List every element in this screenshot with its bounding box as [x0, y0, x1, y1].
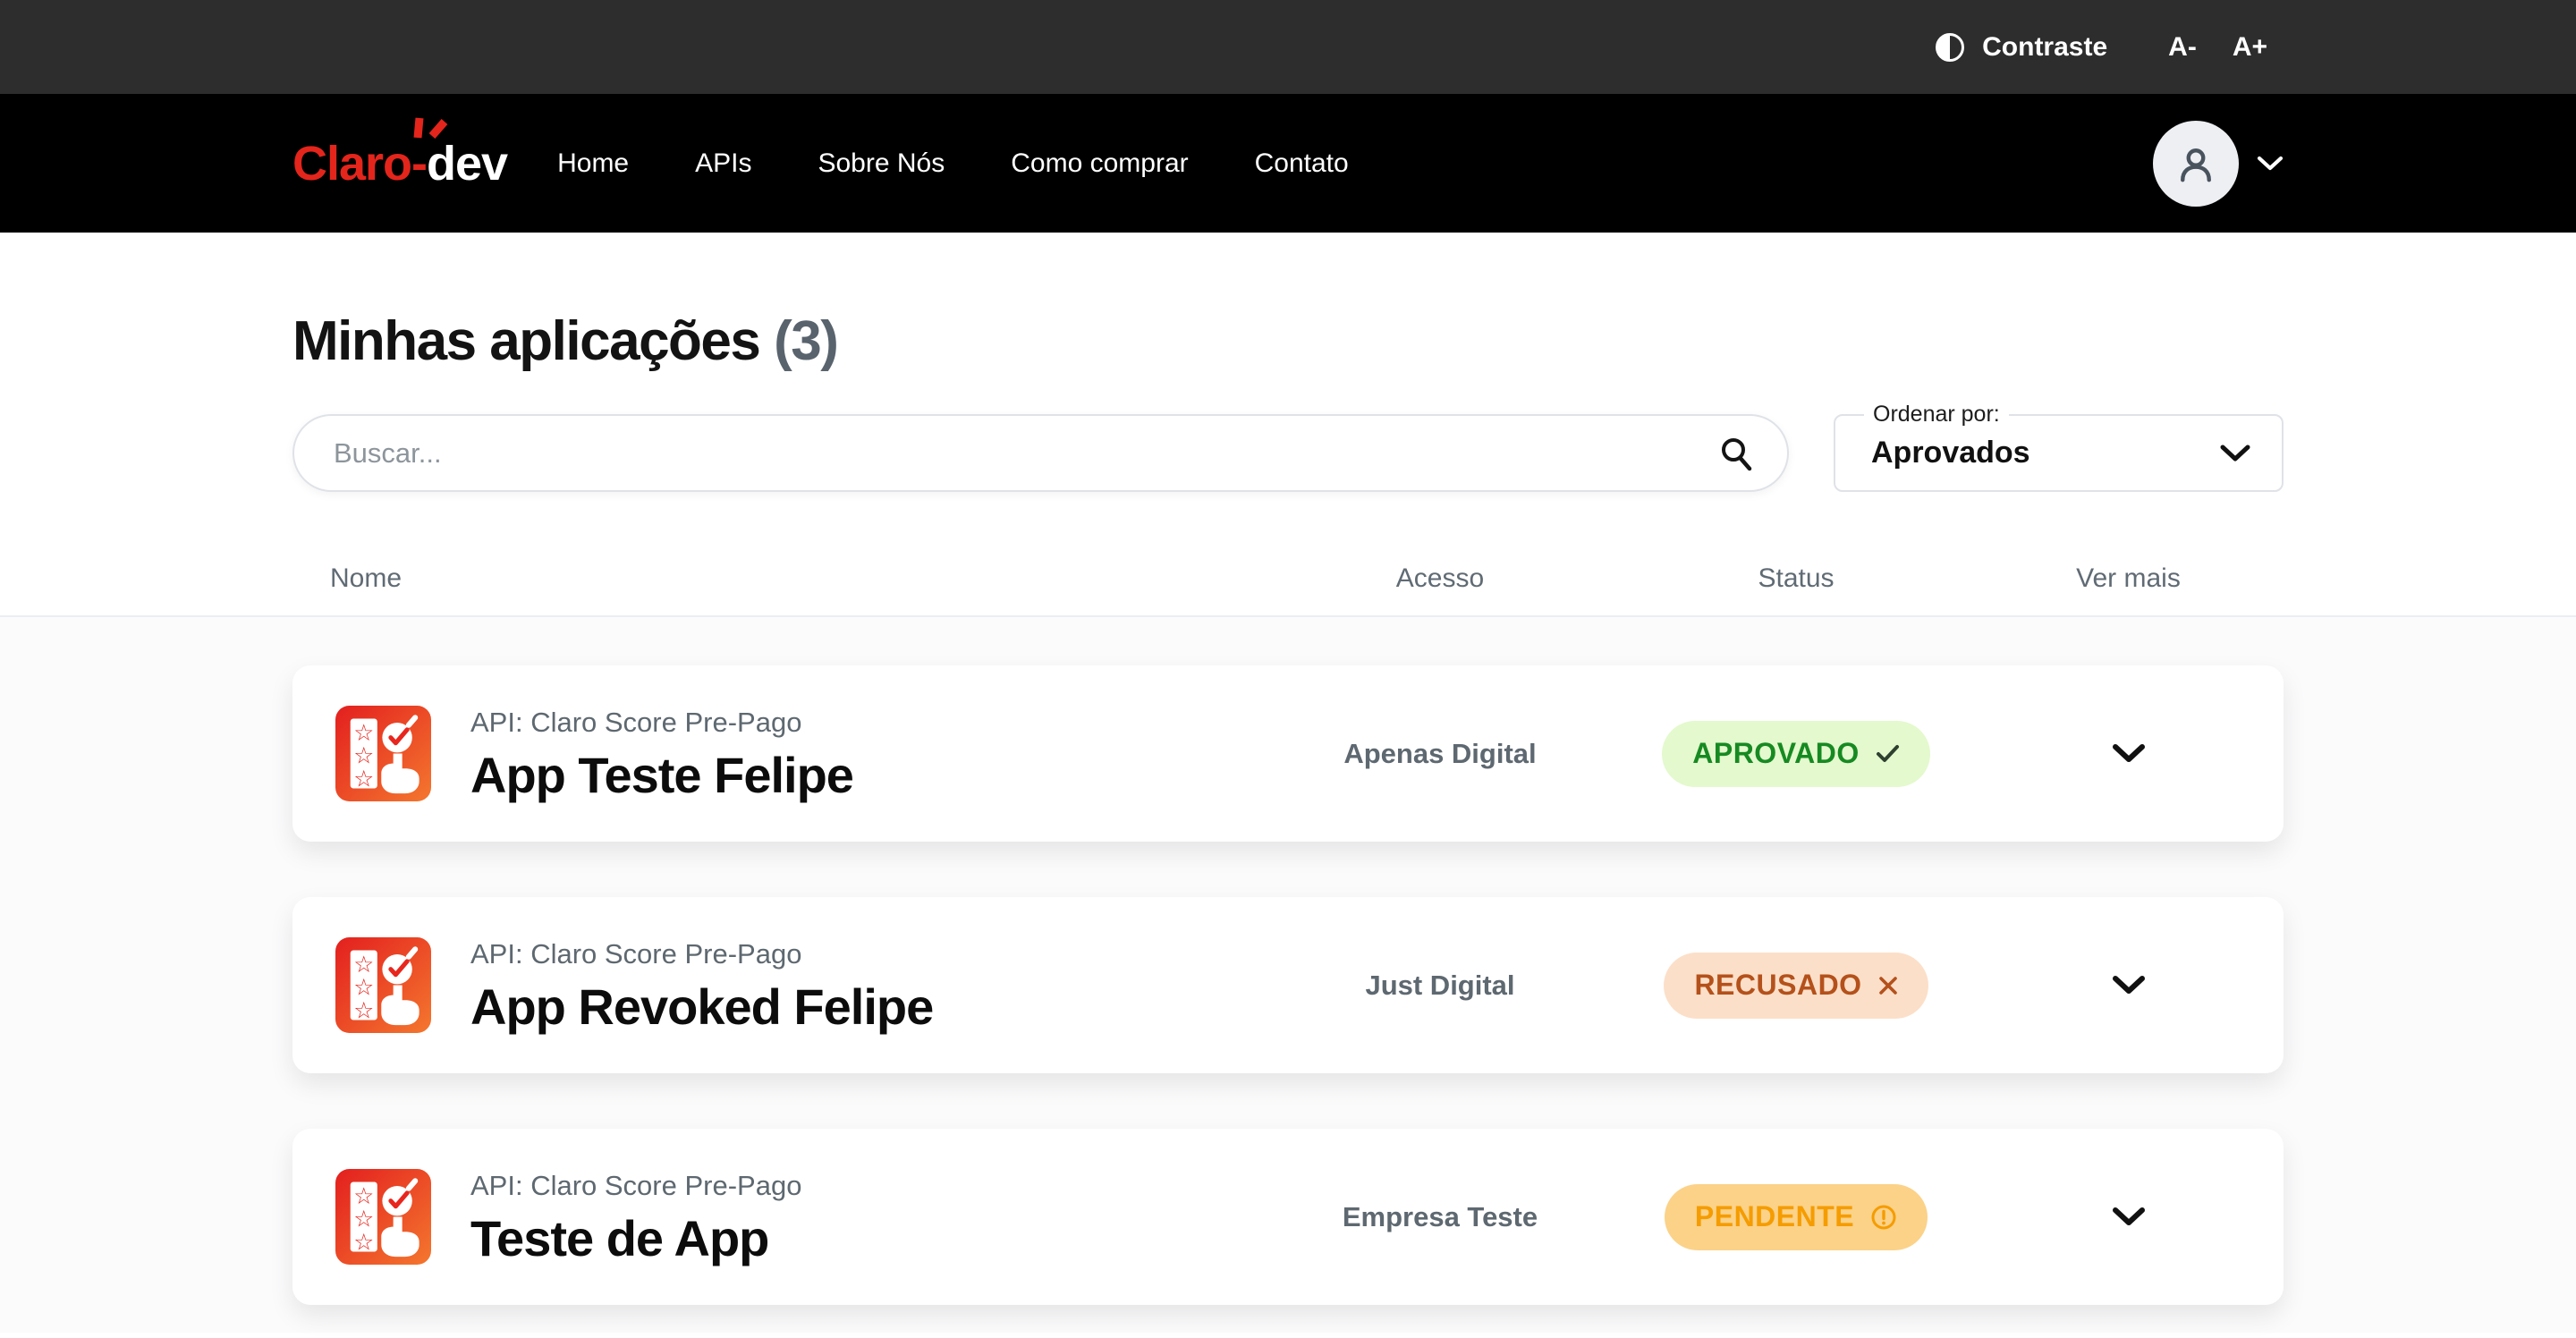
app-name: App Revoked Felipe	[470, 981, 933, 1032]
applications-list: ☆ ☆ ☆ API: Claro Score Pre-Pago App Test…	[0, 617, 2576, 1333]
nav-item-contato[interactable]: Contato	[1255, 148, 1349, 179]
expand-row-button[interactable]	[2102, 966, 2156, 1004]
application-row: ☆ ☆ ☆ API: Claro Score Pre-Pago App Test…	[292, 665, 2284, 842]
nav-menu: Home APIs Sobre Nós Como comprar Contato	[557, 148, 1349, 179]
alert-circle-icon	[1870, 1204, 1897, 1231]
font-size-controls: A- A+	[2168, 32, 2267, 63]
account-chevron-down-icon	[2257, 156, 2284, 172]
app-access-type: Just Digital	[1261, 970, 1619, 1002]
avatar	[2153, 121, 2239, 207]
claro-dev-logo[interactable]: Claro-dev	[292, 136, 507, 191]
list-controls: Ordenar por: Aprovados	[292, 414, 2284, 492]
expand-row-button[interactable]	[2102, 734, 2156, 773]
font-decrease-button[interactable]: A-	[2168, 32, 2197, 63]
chevron-down-icon	[2111, 743, 2147, 764]
app-rating-icon: ☆ ☆ ☆	[335, 1169, 431, 1265]
column-header-status: Status	[1619, 563, 1973, 594]
status-badge-rejected: RECUSADO	[1664, 953, 1928, 1019]
nav-item-apis[interactable]: APIs	[695, 148, 751, 179]
application-row: ☆ ☆ ☆ API: Claro Score Pre-Pago App Revo…	[292, 897, 2284, 1073]
application-row: ☆ ☆ ☆ API: Claro Score Pre-Pago Teste de…	[292, 1129, 2284, 1305]
page-title-text: Minhas aplicações	[292, 310, 759, 372]
search-button[interactable]	[1717, 435, 1755, 472]
column-header-ver-mais: Ver mais	[1973, 563, 2284, 594]
app-api-label: API: Claro Score Pre-Pago	[470, 938, 933, 970]
contrast-toggle-button[interactable]: Contraste	[1928, 30, 2113, 64]
user-icon	[2175, 143, 2216, 184]
sort-selected-value: Aprovados	[1871, 436, 2030, 470]
app-name: Teste de App	[470, 1213, 801, 1264]
main-navbar: Claro-dev Home APIs Sobre Nós Como compr…	[0, 94, 2576, 233]
accessibility-bar: Contraste A- A+	[0, 0, 2576, 94]
applications-page: Minhas aplicações (3) Ordenar por: Aprov…	[292, 309, 2284, 594]
x-icon	[1878, 976, 1898, 995]
svg-text:☆: ☆	[353, 1229, 374, 1256]
app-api-label: API: Claro Score Pre-Pago	[470, 707, 853, 739]
nav-item-home[interactable]: Home	[557, 148, 629, 179]
sort-chevron-down-icon	[2219, 444, 2251, 462]
applications-count: (3)	[774, 310, 837, 372]
chevron-down-icon	[2111, 1207, 2147, 1227]
logo-brand-text: Claro	[292, 137, 411, 191]
check-icon	[1876, 744, 1900, 763]
svg-text:☆: ☆	[353, 997, 374, 1024]
column-header-nome: Nome	[292, 563, 1261, 594]
logo-sparks-icon	[407, 114, 453, 145]
search-bar	[292, 414, 1789, 492]
app-access-type: Apenas Digital	[1261, 738, 1619, 770]
sort-label: Ordenar por:	[1864, 402, 2009, 428]
status-badge-approved: APROVADO	[1662, 721, 1930, 787]
app-rating-icon: ☆ ☆ ☆	[335, 937, 431, 1033]
sort-select[interactable]: Ordenar por: Aprovados	[1834, 414, 2284, 492]
search-icon	[1717, 435, 1755, 472]
table-header-row: Nome Acesso Status Ver mais	[292, 563, 2284, 594]
logo-suffix-text: dev	[427, 137, 507, 191]
contrast-label: Contraste	[1982, 32, 2107, 63]
chevron-down-icon	[2111, 975, 2147, 995]
page-title: Minhas aplicações (3)	[292, 309, 2284, 373]
app-rating-icon: ☆ ☆ ☆	[335, 706, 431, 801]
status-badge-pending: PENDENTE	[1665, 1184, 1928, 1250]
font-increase-button[interactable]: A+	[2233, 32, 2267, 63]
column-header-acesso: Acesso	[1261, 563, 1619, 594]
account-menu-button[interactable]	[2153, 121, 2284, 207]
app-access-type: Empresa Teste	[1261, 1201, 1619, 1233]
app-api-label: API: Claro Score Pre-Pago	[470, 1170, 801, 1202]
app-name: App Teste Felipe	[470, 749, 853, 800]
nav-item-sobre-nos[interactable]: Sobre Nós	[818, 148, 945, 179]
svg-text:☆: ☆	[353, 766, 374, 792]
nav-item-como-comprar[interactable]: Como comprar	[1011, 148, 1188, 179]
expand-row-button[interactable]	[2102, 1198, 2156, 1236]
contrast-icon	[1934, 31, 1966, 64]
search-input[interactable]	[332, 436, 1717, 470]
